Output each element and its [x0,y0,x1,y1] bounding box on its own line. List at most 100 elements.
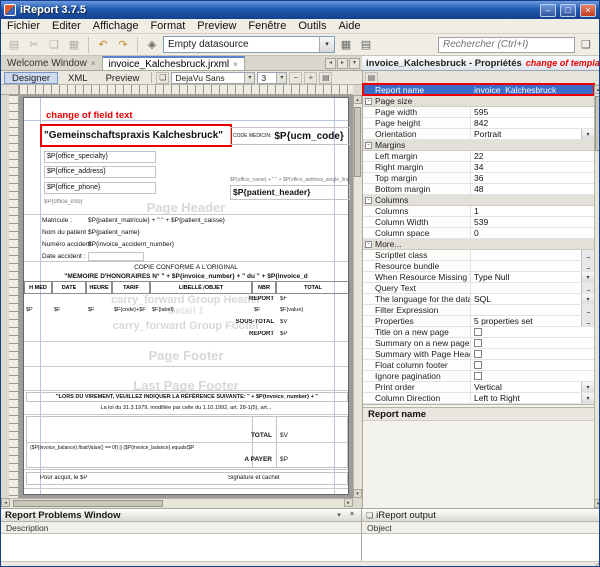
cf-footer-report-label[interactable]: REPORT [220,331,274,337]
prop-row-scriptlet-class[interactable]: Scriptlet class ... [363,250,594,261]
ellipsis-button[interactable]: ... [581,283,594,293]
prop-row-resource-bundle[interactable]: Resource bundle ... [363,261,594,272]
prop-row-columns[interactable]: Columns 1 [363,206,594,217]
redo-icon[interactable]: ↷ [114,36,132,54]
report-problems-window-header[interactable]: Report Problems Window ▾ × [1,509,361,522]
maximize-button[interactable]: □ [560,4,576,17]
prop-value[interactable]: ... [471,250,594,260]
acquit-line[interactable]: Pour acquit, le $P [40,475,180,481]
prop-row-properties[interactable]: Properties 5 properties set ... [363,316,594,327]
field-accident-number[interactable]: $P{invoice_accident_number} [88,241,278,248]
zoom-out-icon[interactable]: − [289,72,302,84]
zoom-in-icon[interactable]: + [304,72,317,84]
designer-vertical-scrollbar[interactable]: ▴ ▾ [353,95,362,498]
prop-value[interactable] [471,371,594,381]
prop-row-bottom-margin[interactable]: Bottom margin 48 [363,184,594,195]
prop-row-page-width[interactable]: Page width 595 [363,107,594,118]
sous-total-value[interactable]: $V [280,319,340,325]
prop-value[interactable]: Portrait ▾ [471,129,594,139]
copy-icon[interactable]: ❏ [45,36,63,54]
prop-value[interactable]: ... [471,261,594,271]
prop-row-summary-new-page[interactable]: Summary on a new page [363,338,594,349]
prop-value[interactable]: 539 [471,217,594,227]
chevron-down-icon[interactable]: ▾ [581,294,594,304]
code-medicin-box[interactable]: CODE MEDICIN: $P{ucm_code} [230,127,350,145]
a-payer-value[interactable]: $P [280,456,340,463]
view-designer-button[interactable]: Designer [4,72,58,84]
prop-section-margins[interactable]: - Margins [363,140,594,151]
scroll-down-icon[interactable]: ▾ [353,489,362,498]
paste-icon[interactable]: ▦ [65,36,83,54]
tab-welcome-window[interactable]: Welcome Window × [1,56,103,70]
col-header-tarif[interactable]: TARIF [112,281,150,294]
output-column-object[interactable]: Object [362,522,600,534]
checkbox-unchecked[interactable] [474,339,482,347]
close-icon[interactable]: × [347,511,357,519]
prop-row-float-column-footer[interactable]: Float column footer [363,360,594,371]
page-format-icon[interactable]: ❏ [156,72,169,84]
prop-value[interactable] [471,338,594,348]
cf-header-report-value[interactable]: $F [280,296,340,302]
menu-affichage[interactable]: Affichage [87,20,145,32]
prop-row-query-text[interactable]: Query Text ... [363,283,594,294]
prop-value[interactable]: 48 [471,184,594,194]
menu-outils[interactable]: Outils [292,20,332,32]
prop-value[interactable]: 1 [471,206,594,216]
prop-section-page-size[interactable]: - Page size [363,96,594,107]
view-xml-button[interactable]: XML [60,72,96,84]
prop-value[interactable] [471,360,594,370]
ellipsis-button[interactable]: ... [581,261,594,271]
balance-expression[interactable]: ($P{invoice_balance}.floatValue() == 0f)… [30,445,270,451]
properties-scrollbar[interactable]: ▴ ▾ [594,85,600,508]
properties-panel-header[interactable]: invoice_Kalchesbruck - Propriétés change… [362,56,600,71]
col-header-nbr[interactable]: NBR [252,281,276,294]
field-office-phone[interactable]: $P{office_phone} [44,182,156,194]
total-label[interactable]: TOTAL [204,432,272,439]
prop-section-more[interactable]: - More... [363,239,594,250]
view-preview-button[interactable]: Preview [98,72,148,84]
scroll-left-icon[interactable]: ◂ [1,498,10,507]
menu-fichier[interactable]: Fichier [1,20,46,32]
output-list[interactable] [362,534,600,562]
col-header-hmed[interactable]: H MED [24,281,52,294]
menu-aide[interactable]: Aide [332,20,366,32]
prop-row-left-margin[interactable]: Left margin 22 [363,151,594,162]
signature-line[interactable]: Signature et cachet [228,475,338,481]
label-accident-date[interactable]: Date accident : [42,253,92,260]
ellipsis-button[interactable]: ... [581,250,594,260]
collapse-icon[interactable]: - [365,241,372,248]
close-icon[interactable]: × [91,59,96,68]
prop-value[interactable]: 0 [471,228,594,238]
tab-list-icon[interactable]: ▾ [349,58,360,69]
scrollbar-thumb[interactable] [595,96,600,151]
detail-cell[interactable]: $F [88,307,110,313]
font-name-combobox[interactable]: DejaVu Sans ▾ [171,72,255,84]
menu-preview[interactable]: Preview [191,20,242,32]
checkbox-unchecked[interactable] [474,328,482,336]
prop-value[interactable]: 595 [471,107,594,117]
prop-row-page-height[interactable]: Page height 842 [363,118,594,129]
screenshot-icon[interactable]: ❏ [577,36,595,54]
prop-row-print-order[interactable]: Print order Vertical ▾ [363,382,594,393]
scroll-up-icon[interactable]: ▴ [594,85,600,94]
scrollbar-thumb[interactable] [13,500,163,507]
col-header-libelle[interactable]: LIBELLÉ /OBJET [150,281,252,294]
close-icon[interactable]: × [233,60,238,69]
prop-value[interactable]: 34 [471,162,594,172]
prop-row-column-direction[interactable]: Column Direction Left to Right ▾ [363,393,594,404]
undo-icon[interactable]: ↶ [94,36,112,54]
prop-row-when-resource-missing[interactable]: When Resource Missing Type Type Null ▾ [363,272,594,283]
prop-row-column-space[interactable]: Column space 0 [363,228,594,239]
col-header-date[interactable]: DATE [52,281,86,294]
collapse-icon[interactable]: - [365,142,372,149]
label-matricule[interactable]: Matricule : [42,217,92,224]
datasource-combobox[interactable]: Empty datasource ▾ [163,36,335,53]
prop-row-right-margin[interactable]: Right margin 34 [363,162,594,173]
chevron-down-icon[interactable]: ▾ [276,73,286,83]
chevron-down-icon[interactable]: ▾ [244,73,254,83]
static-text-title[interactable]: "Gemeinschaftspraxis Kalchesbruck" [44,128,230,144]
scroll-left-icon[interactable]: ◂ [325,58,336,69]
design-canvas[interactable]: Page Header carry_forward Group Header D… [19,95,353,498]
scrollbar-thumb[interactable] [354,107,361,177]
prop-row-title-new-page[interactable]: Title on a new page [363,327,594,338]
